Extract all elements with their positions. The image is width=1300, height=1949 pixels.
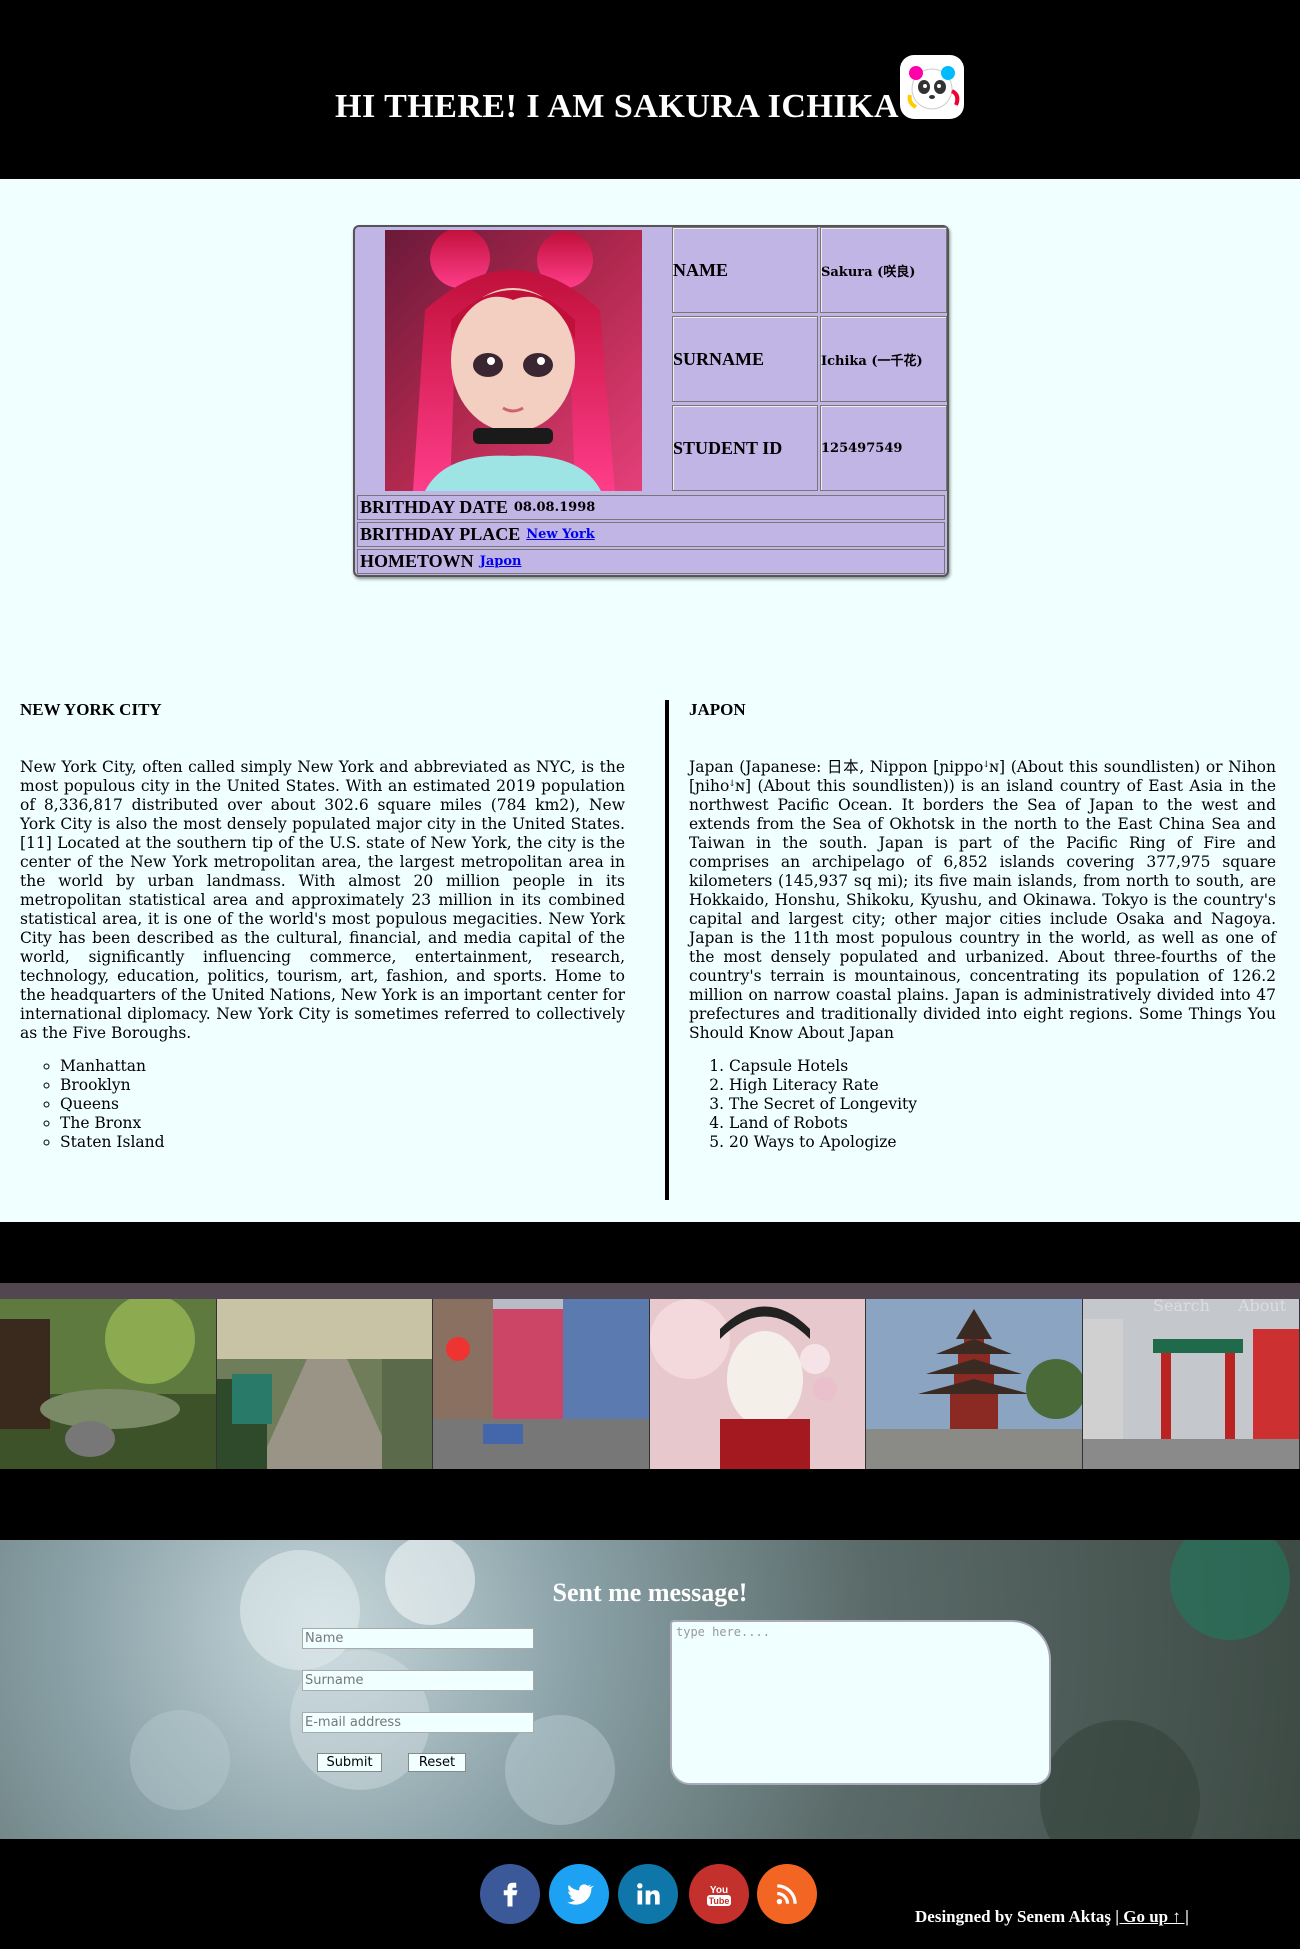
birthday-label: BRITHDAY DATE	[360, 497, 508, 517]
list-item: 20 Ways to Apologize	[729, 1133, 1276, 1152]
japan-facts-list: Capsule Hotels High Literacy Rate The Se…	[729, 1057, 1276, 1152]
birthday-value: 08.08.1998	[513, 500, 596, 515]
list-item: Land of Robots	[729, 1114, 1276, 1133]
gallery-about-link[interactable]: About	[1238, 1296, 1286, 1315]
go-up-link[interactable]: | Go up ↑ |	[1115, 1907, 1189, 1926]
surname-label-cell: SURNAME	[672, 316, 818, 402]
birthday-row: BRITHDAY DATE 08.08.1998	[357, 495, 945, 520]
list-item: Staten Island	[60, 1133, 625, 1152]
name-value-cell: Sakura (咲良)	[820, 227, 947, 313]
birthplace-row: BRITHDAY PLACE New York	[357, 522, 945, 547]
list-item: High Literacy Rate	[729, 1076, 1276, 1095]
youtube-icon[interactable]: You Tube	[689, 1864, 749, 1924]
svg-text:Tube: Tube	[709, 1896, 730, 1906]
list-item: The Bronx	[60, 1114, 625, 1133]
surname-value: Ichika (一千花)	[821, 353, 923, 369]
student-id-value-cell: 125497549	[820, 405, 947, 491]
hometown-link[interactable]: Japon	[480, 554, 522, 569]
surname-label: SURNAME	[673, 348, 765, 369]
japan-section: JAPON Japan (Japanese: 日本, Nippon [ɲippo…	[689, 700, 1276, 1152]
page-header: HI THERE! I AM SAKURA ICHIKA	[0, 0, 1300, 179]
hometown-label: HOMETOWN	[360, 551, 474, 571]
list-item: The Secret of Longevity	[729, 1095, 1276, 1114]
student-id-value: 125497549	[821, 440, 903, 456]
list-item: Manhattan	[60, 1057, 625, 1076]
contact-title: Sent me message!	[552, 1578, 748, 1607]
panda-logo-icon	[900, 55, 964, 119]
boroughs-list: Manhattan Brooklyn Queens The Bronx Stat…	[60, 1057, 625, 1152]
profile-portrait	[385, 230, 642, 491]
surname-field[interactable]: Surname	[302, 1670, 534, 1691]
gallery-search-link[interactable]: Search	[1153, 1296, 1210, 1315]
list-item: Brooklyn	[60, 1076, 625, 1095]
name-field[interactable]: Name	[302, 1628, 534, 1649]
page-footer: You Tube Desingned by Senem Aktaş | Go up…	[0, 1839, 1300, 1949]
surname-value-cell: Ichika (一千花)	[820, 316, 947, 402]
geisha-photo	[649, 1299, 867, 1469]
credit-text: Desingned by Senem Aktaş	[915, 1907, 1112, 1926]
page-title: HI THERE! I AM SAKURA ICHIKA	[335, 88, 900, 125]
birthplace-label: BRITHDAY PLACE	[360, 524, 521, 544]
reset-button[interactable]: Reset	[408, 1753, 466, 1772]
pagoda-photo	[866, 1299, 1083, 1469]
profile-card: NAME Sakura (咲良) SURNAME Ichika (一千花) ST…	[353, 225, 949, 577]
twitter-icon[interactable]	[549, 1864, 609, 1924]
nyc-paragraph: New York City, often called simply New Y…	[20, 758, 625, 1042]
japan-paragraph: Japan (Japanese: 日本, Nippon [ɲippoꜜɴ] (A…	[689, 758, 1276, 1042]
japan-photo-strip	[0, 1299, 1300, 1469]
linkedin-icon[interactable]	[618, 1864, 678, 1924]
hometown-row: HOMETOWN Japon	[357, 549, 945, 574]
list-item: Queens	[60, 1095, 625, 1114]
facebook-icon[interactable]	[480, 1864, 540, 1924]
name-label-cell: NAME	[672, 227, 818, 313]
nyc-heading: NEW YORK CITY	[20, 700, 162, 719]
name-label: NAME	[673, 259, 728, 280]
akihabara-street-photo	[433, 1299, 650, 1469]
chinatown-gate-photo	[1082, 1299, 1300, 1469]
contact-section: Sent me message! Name Surname E-mail add…	[0, 1540, 1300, 1839]
list-item: Capsule Hotels	[729, 1057, 1276, 1076]
student-id-label: STUDENT ID	[673, 437, 783, 458]
birthplace-link[interactable]: New York	[526, 527, 595, 542]
name-value: Sakura (咲良)	[821, 264, 916, 280]
submit-button[interactable]: Submit	[317, 1753, 382, 1772]
student-id-label-cell: STUDENT ID	[672, 405, 818, 491]
japan-heading: JAPON	[689, 700, 746, 719]
message-textarea[interactable]: type here....	[670, 1620, 1051, 1785]
credit-line: Desingned by Senem Aktaş | Go up ↑ |	[915, 1907, 1189, 1927]
gallery-top-bar	[0, 1283, 1300, 1299]
nyc-section: NEW YORK CITY New York City, often calle…	[20, 700, 625, 1152]
garden-photo	[0, 1299, 217, 1469]
rss-icon[interactable]	[757, 1864, 817, 1924]
gallery-title: Japan	[0, 1222, 60, 1244]
email-field[interactable]: E-mail address	[302, 1712, 534, 1733]
stone-path-photo	[216, 1299, 434, 1469]
column-divider	[665, 700, 669, 1200]
svg-text:You: You	[710, 1885, 728, 1896]
